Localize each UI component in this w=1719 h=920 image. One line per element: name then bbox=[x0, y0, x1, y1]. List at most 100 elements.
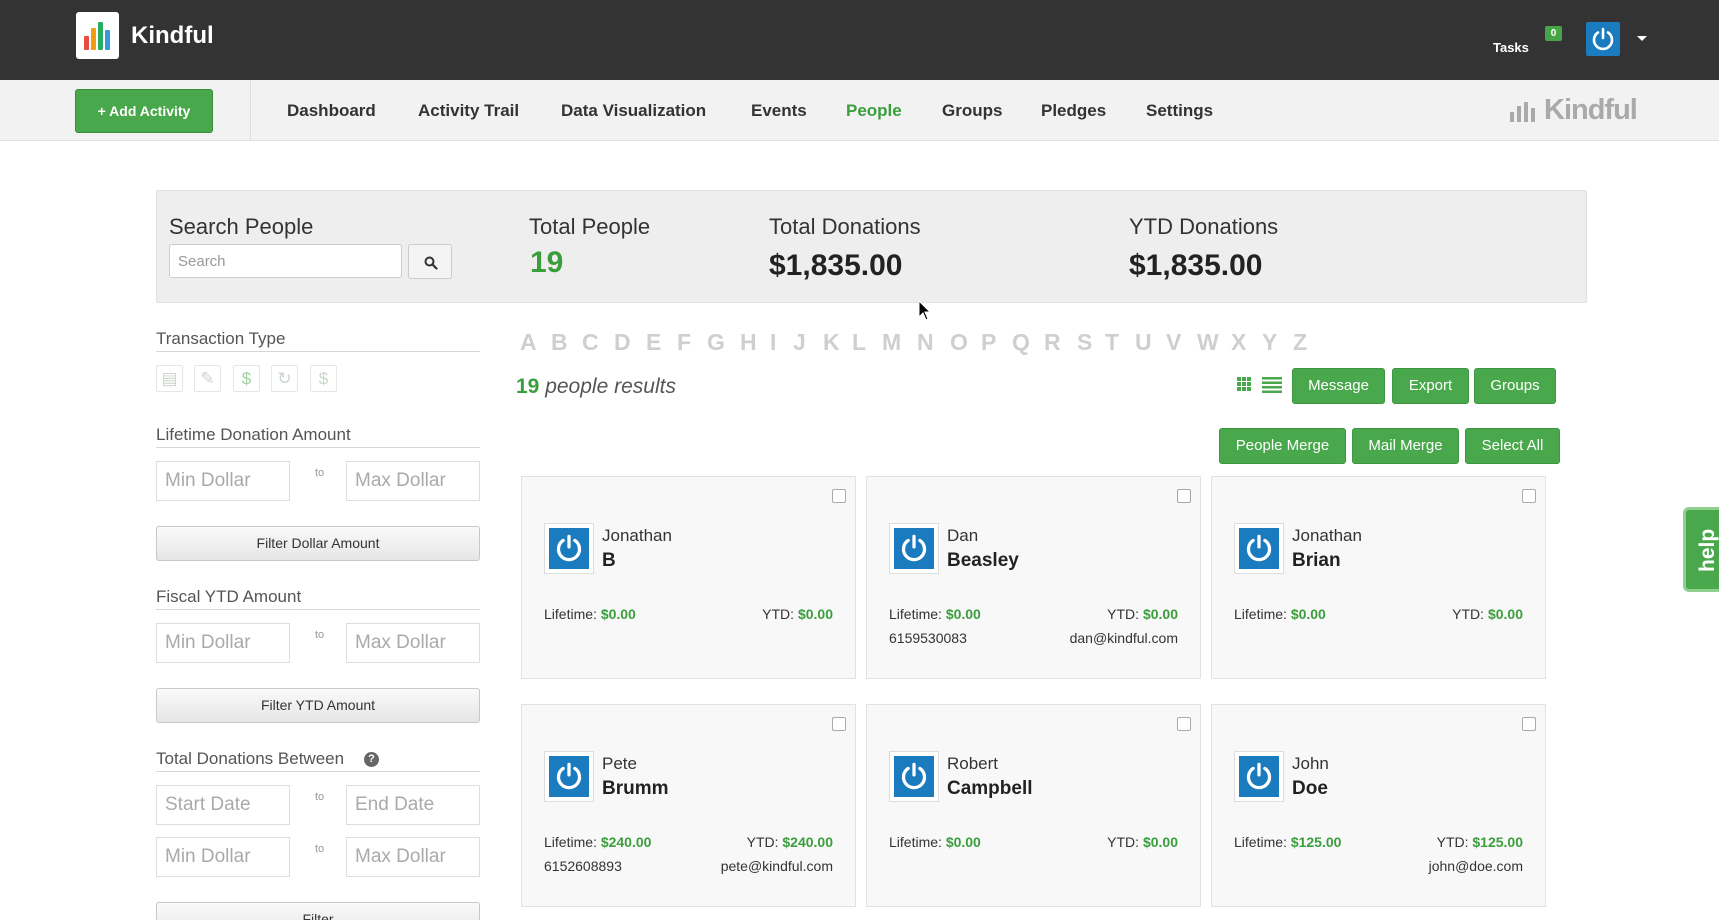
person-last-name[interactable]: Brian bbox=[1292, 550, 1341, 572]
letter-e[interactable]: E bbox=[646, 329, 661, 356]
select-checkbox[interactable] bbox=[1177, 717, 1191, 731]
letter-f[interactable]: F bbox=[677, 329, 691, 356]
end-date-input[interactable] bbox=[346, 785, 480, 825]
add-activity-button[interactable]: + Add Activity bbox=[75, 89, 213, 133]
letter-u[interactable]: U bbox=[1135, 329, 1152, 356]
check-icon[interactable]: ✎ bbox=[194, 365, 221, 392]
select-checkbox[interactable] bbox=[832, 489, 846, 503]
lifetime-max-dollar-input[interactable] bbox=[346, 461, 480, 501]
person-first-name[interactable]: Jonathan bbox=[602, 526, 672, 546]
dollar-icon[interactable]: $ bbox=[233, 365, 260, 392]
person-first-name[interactable]: Dan bbox=[947, 526, 978, 546]
person-first-name[interactable]: Pete bbox=[602, 754, 637, 774]
message-button[interactable]: Message bbox=[1292, 368, 1385, 404]
select-checkbox[interactable] bbox=[1177, 489, 1191, 503]
avatar[interactable] bbox=[889, 523, 939, 574]
range-max-dollar-input[interactable] bbox=[346, 837, 480, 877]
person-first-name[interactable]: Robert bbox=[947, 754, 998, 774]
letter-b[interactable]: B bbox=[551, 329, 568, 356]
letter-r[interactable]: R bbox=[1044, 329, 1061, 356]
letter-k[interactable]: K bbox=[823, 329, 840, 356]
person-last-name[interactable]: Campbell bbox=[947, 778, 1033, 800]
card-icon[interactable]: ▤ bbox=[156, 365, 183, 392]
avatar[interactable] bbox=[1234, 523, 1284, 574]
brand-name[interactable]: Kindful bbox=[131, 22, 214, 50]
search-button[interactable] bbox=[408, 244, 452, 279]
letter-i[interactable]: I bbox=[770, 329, 776, 356]
question-icon[interactable]: ? bbox=[364, 752, 379, 767]
letter-g[interactable]: G bbox=[707, 329, 725, 356]
select-checkbox[interactable] bbox=[1522, 717, 1536, 731]
person-card[interactable]: Jonathan B Lifetime: $0.00 YTD: $0.00 bbox=[521, 476, 856, 679]
search-input[interactable] bbox=[169, 244, 402, 278]
nav-activity-trail[interactable]: Activity Trail bbox=[418, 101, 519, 121]
user-menu-button[interactable] bbox=[1586, 22, 1620, 56]
nav-people[interactable]: People bbox=[846, 101, 902, 121]
filter-dollar-amount-button[interactable]: Filter Dollar Amount bbox=[156, 526, 480, 561]
dollar-outline-icon[interactable]: $ bbox=[310, 365, 337, 392]
person-first-name[interactable]: Jonathan bbox=[1292, 526, 1362, 546]
nav-groups[interactable]: Groups bbox=[942, 101, 1002, 121]
letter-l[interactable]: L bbox=[852, 329, 866, 356]
person-card[interactable]: John Doe Lifetime: $125.00 YTD: $125.00 john… bbox=[1211, 704, 1546, 907]
select-checkbox[interactable] bbox=[832, 717, 846, 731]
nav-events[interactable]: Events bbox=[751, 101, 807, 121]
filter-button[interactable]: Filter bbox=[156, 902, 480, 920]
letter-o[interactable]: O bbox=[950, 329, 968, 356]
letter-q[interactable]: Q bbox=[1012, 329, 1030, 356]
person-email[interactable]: john@doe.com bbox=[1429, 858, 1523, 874]
person-last-name[interactable]: Beasley bbox=[947, 550, 1019, 572]
ytd-min-dollar-input[interactable] bbox=[156, 623, 290, 663]
person-email[interactable]: dan@kindful.com bbox=[1070, 630, 1178, 646]
export-button[interactable]: Export bbox=[1392, 368, 1469, 404]
letter-v[interactable]: V bbox=[1166, 329, 1181, 356]
letter-y[interactable]: Y bbox=[1262, 329, 1277, 356]
letter-s[interactable]: S bbox=[1077, 329, 1092, 356]
tasks-link[interactable]: Tasks bbox=[1493, 40, 1529, 55]
grid-view-icon[interactable] bbox=[1237, 377, 1251, 391]
person-card[interactable]: Jonathan Brian Lifetime: $0.00 YTD: $0.00 bbox=[1211, 476, 1546, 679]
help-tab[interactable]: help bbox=[1683, 507, 1719, 592]
letter-a[interactable]: A bbox=[520, 329, 537, 356]
avatar[interactable] bbox=[544, 523, 594, 574]
filter-ytd-amount-button[interactable]: Filter YTD Amount bbox=[156, 688, 480, 723]
letter-m[interactable]: M bbox=[882, 329, 901, 356]
recurring-icon[interactable]: ↻ bbox=[271, 365, 298, 392]
list-view-icon[interactable] bbox=[1262, 377, 1282, 393]
people-merge-button[interactable]: People Merge bbox=[1219, 428, 1346, 464]
select-checkbox[interactable] bbox=[1522, 489, 1536, 503]
lifetime-min-dollar-input[interactable] bbox=[156, 461, 290, 501]
avatar[interactable] bbox=[889, 751, 939, 802]
person-phone[interactable]: 6152608893 bbox=[544, 858, 622, 874]
nav-data-visualization[interactable]: Data Visualization bbox=[561, 101, 706, 121]
nav-dashboard[interactable]: Dashboard bbox=[287, 101, 376, 121]
letter-d[interactable]: D bbox=[614, 329, 631, 356]
letter-c[interactable]: C bbox=[582, 329, 599, 356]
letter-n[interactable]: N bbox=[917, 329, 934, 356]
person-email[interactable]: pete@kindful.com bbox=[721, 858, 833, 874]
caret-down-icon[interactable] bbox=[1637, 36, 1647, 41]
person-card[interactable]: Robert Campbell Lifetime: $0.00 YTD: $0.00 bbox=[866, 704, 1201, 907]
nav-settings[interactable]: Settings bbox=[1146, 101, 1213, 121]
person-card[interactable]: Pete Brumm Lifetime: $240.00 YTD: $240.00 61… bbox=[521, 704, 856, 907]
avatar[interactable] bbox=[1234, 751, 1284, 802]
ytd-max-dollar-input[interactable] bbox=[346, 623, 480, 663]
letter-j[interactable]: J bbox=[793, 329, 806, 356]
letter-z[interactable]: Z bbox=[1293, 329, 1307, 356]
kindful-logo-icon[interactable] bbox=[76, 12, 119, 59]
mail-merge-button[interactable]: Mail Merge bbox=[1352, 428, 1459, 464]
avatar[interactable] bbox=[544, 751, 594, 802]
person-phone[interactable]: 6159530083 bbox=[889, 630, 967, 646]
letter-h[interactable]: H bbox=[740, 329, 757, 356]
groups-button[interactable]: Groups bbox=[1474, 368, 1556, 404]
letter-x[interactable]: X bbox=[1231, 329, 1246, 356]
select-all-button[interactable]: Select All bbox=[1465, 428, 1560, 464]
person-last-name[interactable]: B bbox=[602, 550, 616, 572]
nav-pledges[interactable]: Pledges bbox=[1041, 101, 1106, 121]
range-min-dollar-input[interactable] bbox=[156, 837, 290, 877]
letter-p[interactable]: P bbox=[981, 329, 996, 356]
letter-w[interactable]: W bbox=[1197, 329, 1219, 356]
person-last-name[interactable]: Doe bbox=[1292, 778, 1328, 800]
person-card[interactable]: Dan Beasley Lifetime: $0.00 YTD: $0.00 61595… bbox=[866, 476, 1201, 679]
start-date-input[interactable] bbox=[156, 785, 290, 825]
